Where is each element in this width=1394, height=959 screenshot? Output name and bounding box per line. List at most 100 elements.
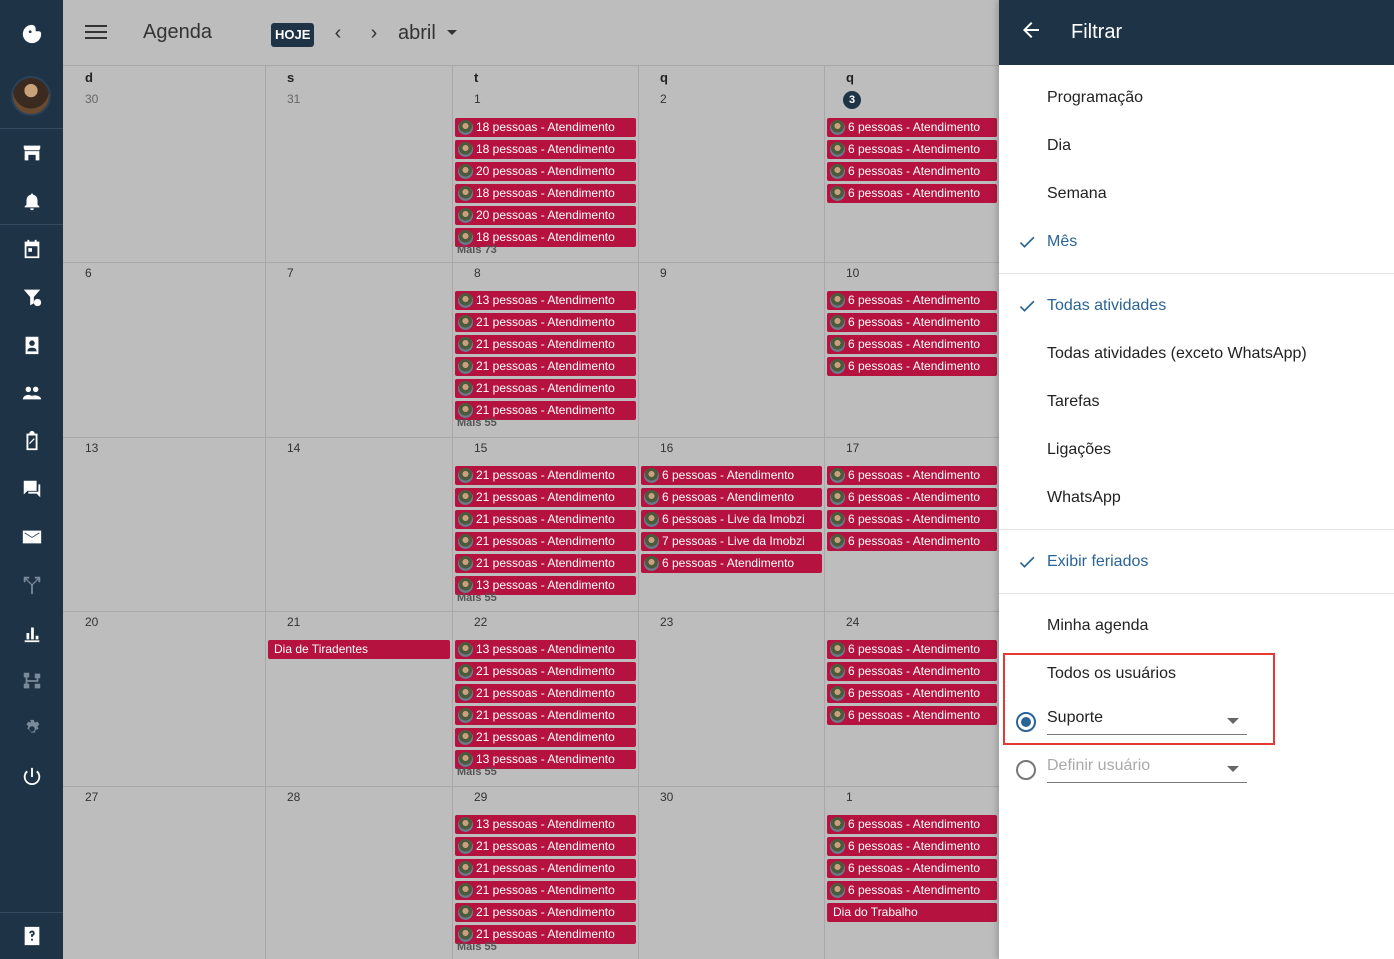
calendar-event[interactable]: 6 pessoas - Atendimento — [827, 466, 997, 485]
bar-chart-icon[interactable] — [0, 609, 63, 657]
calendar-event[interactable]: 6 pessoas - Atendimento — [827, 335, 997, 354]
day-number[interactable]: 29 — [474, 790, 487, 804]
logo-icon[interactable] — [0, 10, 63, 58]
day-number[interactable]: 2 — [660, 92, 667, 106]
calendar-event[interactable]: 18 pessoas - Atendimento — [455, 118, 636, 137]
calendar-event[interactable]: 21 pessoas - Atendimento — [455, 837, 636, 856]
calendar-event[interactable]: 13 pessoas - Atendimento — [455, 815, 636, 834]
calendar-event[interactable]: 6 pessoas - Atendimento — [827, 662, 997, 681]
calendar-event[interactable]: 21 pessoas - Atendimento — [455, 466, 636, 485]
day-number[interactable]: 23 — [660, 615, 673, 629]
activity-option-except-whatsapp[interactable]: Todas atividades (exceto WhatsApp) — [1047, 345, 1307, 363]
calendar-event[interactable]: 6 pessoas - Atendimento — [641, 488, 822, 507]
avatar[interactable] — [11, 76, 51, 116]
show-holidays-toggle[interactable]: Exibir feriados — [1047, 553, 1148, 571]
calendar-event[interactable]: 21 pessoas - Atendimento — [455, 881, 636, 900]
calendar-event[interactable]: 6 pessoas - Atendimento — [827, 837, 997, 856]
clipboard-icon[interactable] — [0, 417, 63, 465]
more-events-link[interactable]: Mais 55 — [457, 592, 497, 604]
calendar-event[interactable]: 21 pessoas - Atendimento — [455, 706, 636, 725]
holiday-event[interactable]: Dia de Tiradentes — [268, 640, 450, 659]
calendar-event[interactable]: 20 pessoas - Atendimento — [455, 162, 636, 181]
fork-icon[interactable] — [0, 561, 63, 609]
calendar-event[interactable]: 6 pessoas - Atendimento — [827, 640, 997, 659]
day-number[interactable]: 30 — [660, 790, 673, 804]
calendar-event[interactable]: 6 pessoas - Atendimento — [827, 510, 997, 529]
calendar-event[interactable]: 20 pessoas - Atendimento — [455, 206, 636, 225]
calendar-event[interactable]: 6 pessoas - Atendimento — [827, 184, 997, 203]
more-events-link[interactable]: Mais 73 — [457, 244, 497, 256]
power-icon[interactable] — [0, 753, 63, 801]
day-number[interactable]: 21 — [287, 615, 300, 629]
day-number[interactable]: 20 — [85, 615, 98, 629]
view-option-week[interactable]: Semana — [1047, 185, 1107, 203]
more-events-link[interactable]: Mais 55 — [457, 941, 497, 953]
calendar-event[interactable]: 6 pessoas - Atendimento — [827, 118, 997, 137]
calendar-event[interactable]: 21 pessoas - Atendimento — [455, 684, 636, 703]
calendar-event[interactable]: 13 pessoas - Atendimento — [455, 291, 636, 310]
calendar-event[interactable]: 6 pessoas - Atendimento — [827, 684, 997, 703]
calendar-event[interactable]: 21 pessoas - Atendimento — [455, 728, 636, 747]
calendar-event[interactable]: 6 pessoas - Atendimento — [827, 140, 997, 159]
day-number[interactable]: 30 — [85, 92, 98, 106]
calendar-event[interactable]: 21 pessoas - Atendimento — [455, 313, 636, 332]
calendar-event[interactable]: 21 pessoas - Atendimento — [455, 510, 636, 529]
day-number[interactable]: 7 — [287, 266, 294, 280]
day-number[interactable]: 16 — [660, 441, 673, 455]
month-selector[interactable]: abril — [398, 22, 436, 45]
day-number[interactable]: 22 — [474, 615, 487, 629]
day-number[interactable]: 24 — [846, 615, 859, 629]
day-number[interactable]: 17 — [846, 441, 859, 455]
funnel-icon[interactable] — [0, 273, 63, 321]
define-user-select[interactable]: Definir usuário — [1047, 753, 1247, 783]
day-number[interactable]: 28 — [287, 790, 300, 804]
calendar-event[interactable]: 7 pessoas - Live da Imobzi — [641, 532, 822, 551]
menu-icon[interactable] — [85, 22, 107, 44]
chat-icon[interactable] — [0, 465, 63, 513]
today-button[interactable]: HOJE — [271, 23, 315, 47]
help-icon[interactable] — [0, 912, 63, 959]
calendar-event[interactable]: 6 pessoas - Atendimento — [827, 815, 997, 834]
day-number[interactable]: 27 — [85, 790, 98, 804]
sitemap-icon[interactable] — [0, 657, 63, 705]
day-number[interactable]: 10 — [846, 266, 859, 280]
view-option-day[interactable]: Dia — [1047, 137, 1071, 155]
activity-option-whatsapp[interactable]: WhatsApp — [1047, 489, 1121, 507]
calendar-event[interactable]: 18 pessoas - Atendimento — [455, 184, 636, 203]
chevron-right-icon[interactable]: › — [364, 22, 384, 44]
bell-icon[interactable] — [0, 177, 63, 225]
calendar-event[interactable]: 6 pessoas - Atendimento — [827, 488, 997, 507]
calendar-event[interactable]: 6 pessoas - Atendimento — [827, 357, 997, 376]
calendar-event[interactable]: 21 pessoas - Atendimento — [455, 903, 636, 922]
day-number[interactable]: 1 — [474, 92, 481, 106]
holiday-event[interactable]: Dia do Trabalho — [827, 903, 997, 922]
activity-option-calls[interactable]: Ligações — [1047, 441, 1111, 459]
back-arrow-icon[interactable] — [1019, 18, 1043, 46]
activity-option-tasks[interactable]: Tarefas — [1047, 393, 1099, 411]
calendar-event[interactable]: 6 pessoas - Atendimento — [827, 881, 997, 900]
calendar-event[interactable]: 21 pessoas - Atendimento — [455, 379, 636, 398]
calendar-event[interactable]: 6 pessoas - Atendimento — [641, 554, 822, 573]
calendar-event[interactable]: 6 pessoas - Atendimento — [827, 291, 997, 310]
calendar-event[interactable]: 21 pessoas - Atendimento — [455, 357, 636, 376]
calendar-event[interactable]: 6 pessoas - Atendimento — [827, 706, 997, 725]
day-number[interactable]: 13 — [85, 441, 98, 455]
calendar-event[interactable]: 13 pessoas - Atendimento — [455, 640, 636, 659]
activity-option-all[interactable]: Todas atividades — [1047, 297, 1166, 315]
day-number[interactable]: 31 — [287, 92, 300, 106]
calendar-icon[interactable] — [0, 225, 63, 273]
calendar-event[interactable]: 21 pessoas - Atendimento — [455, 662, 636, 681]
my-agenda-option[interactable]: Minha agenda — [1047, 617, 1148, 635]
define-user-radio[interactable] — [1016, 760, 1036, 780]
day-number[interactable]: 6 — [85, 266, 92, 280]
calendar-event[interactable]: 6 pessoas - Atendimento — [827, 162, 997, 181]
store-icon[interactable] — [0, 129, 63, 177]
caret-down-icon[interactable] — [447, 30, 457, 35]
calendar-event[interactable]: 21 pessoas - Atendimento — [455, 532, 636, 551]
people-icon[interactable] — [0, 369, 63, 417]
calendar-event[interactable]: 6 pessoas - Atendimento — [827, 313, 997, 332]
calendar-event[interactable]: 6 pessoas - Atendimento — [827, 532, 997, 551]
calendar-event[interactable]: 21 pessoas - Atendimento — [455, 488, 636, 507]
calendar-event[interactable]: 18 pessoas - Atendimento — [455, 140, 636, 159]
day-number[interactable]: 9 — [660, 266, 667, 280]
